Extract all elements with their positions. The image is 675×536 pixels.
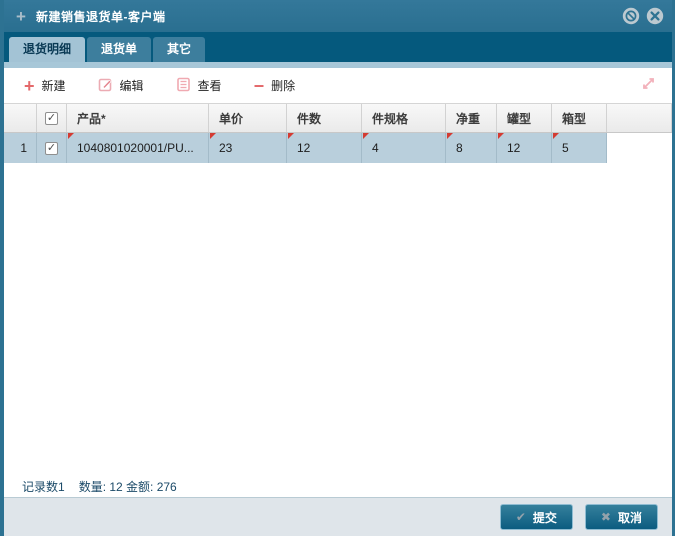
title-bar: 新建销售退货单-客户端 bbox=[4, 0, 672, 32]
dirty-cell-marker bbox=[498, 133, 504, 139]
delete-button-label: 删除 bbox=[271, 77, 295, 94]
expand-button[interactable] bbox=[641, 76, 656, 96]
dirty-cell-marker bbox=[363, 133, 369, 139]
submit-button-label: 提交 bbox=[533, 509, 557, 526]
tab-other[interactable]: 其它 bbox=[153, 37, 205, 62]
column-header-piece-spec[interactable]: 件规格 bbox=[362, 104, 446, 132]
tab-return-order[interactable]: 退货单 bbox=[87, 37, 151, 62]
table-row[interactable]: 1 1040801020001/PU... 23 12 4 8 12 bbox=[4, 133, 607, 163]
select-all-checkbox[interactable] bbox=[45, 112, 58, 125]
plus-icon bbox=[24, 77, 35, 95]
minus-icon bbox=[254, 77, 265, 95]
dirty-cell-marker bbox=[447, 133, 453, 139]
cell-product-value: 1040801020001/PU... bbox=[77, 141, 194, 155]
dirty-cell-marker bbox=[288, 133, 294, 139]
cancel-button-label: 取消 bbox=[618, 509, 642, 526]
cancel-button[interactable]: 取消 bbox=[585, 504, 658, 530]
column-header-piece-count[interactable]: 件数 bbox=[287, 104, 362, 132]
status-bar: 记录数1 数量: 12 金额: 276 bbox=[4, 476, 672, 497]
edit-button-label: 编辑 bbox=[120, 77, 144, 94]
edit-button[interactable]: 编辑 bbox=[98, 77, 144, 95]
column-header-box-type[interactable]: 箱型 bbox=[552, 104, 607, 132]
row-checkbox[interactable] bbox=[45, 142, 58, 155]
totals-summary: 数量: 12 金额: 276 bbox=[79, 478, 177, 495]
cell-box-type[interactable]: 5 bbox=[552, 133, 607, 163]
close-button[interactable] bbox=[646, 7, 664, 25]
tab-return-detail[interactable]: 退货明细 bbox=[9, 37, 85, 62]
submit-button[interactable]: 提交 bbox=[500, 504, 573, 530]
cell-can-type[interactable]: 12 bbox=[497, 133, 552, 163]
view-button-label: 查看 bbox=[198, 77, 222, 94]
cell-net-weight[interactable]: 8 bbox=[446, 133, 497, 163]
check-icon bbox=[516, 510, 526, 524]
row-checkbox-cell bbox=[37, 133, 67, 163]
new-button-label: 新建 bbox=[42, 77, 66, 94]
cell-can-type-value: 12 bbox=[507, 141, 520, 155]
tab-bar: 退货明细 退货单 其它 bbox=[4, 32, 672, 62]
cell-unit-price-value: 23 bbox=[219, 141, 232, 155]
record-count: 记录数1 bbox=[22, 478, 65, 495]
cell-piece-count[interactable]: 12 bbox=[287, 133, 362, 163]
plus-icon bbox=[12, 8, 30, 25]
x-icon bbox=[601, 510, 611, 524]
column-header-select-all bbox=[37, 104, 67, 132]
close-icon bbox=[646, 7, 664, 25]
expand-icon bbox=[641, 76, 656, 91]
toolbar: 新建 编辑 查看 删除 bbox=[4, 68, 672, 104]
cell-net-weight-value: 8 bbox=[456, 141, 463, 155]
new-button[interactable]: 新建 bbox=[24, 77, 66, 95]
column-header-rownumber bbox=[4, 104, 37, 132]
row-number: 1 bbox=[4, 133, 37, 163]
void-button[interactable] bbox=[622, 7, 640, 25]
column-header-net-weight[interactable]: 净重 bbox=[446, 104, 497, 132]
cell-product[interactable]: 1040801020001/PU... bbox=[67, 133, 209, 163]
view-icon bbox=[176, 77, 191, 95]
dirty-cell-marker bbox=[553, 133, 559, 139]
dirty-cell-marker bbox=[210, 133, 216, 139]
grid-body-empty[interactable] bbox=[4, 163, 672, 476]
column-header-can-type[interactable]: 罐型 bbox=[497, 104, 552, 132]
column-header-product[interactable]: 产品* bbox=[67, 104, 209, 132]
footer-bar: 提交 取消 bbox=[4, 497, 672, 536]
view-button[interactable]: 查看 bbox=[176, 77, 222, 95]
column-header-unit-price[interactable]: 单价 bbox=[209, 104, 287, 132]
grid-header: 产品* 单价 件数 件规格 净重 罐型 箱型 bbox=[4, 104, 672, 133]
cell-unit-price[interactable]: 23 bbox=[209, 133, 287, 163]
cell-piece-spec[interactable]: 4 bbox=[362, 133, 446, 163]
edit-icon bbox=[98, 77, 113, 95]
delete-button[interactable]: 删除 bbox=[254, 77, 296, 95]
dialog-window: 新建销售退货单-客户端 退货明细 退货单 其它 bbox=[0, 0, 675, 536]
cell-box-type-value: 5 bbox=[562, 141, 569, 155]
cell-piece-spec-value: 4 bbox=[372, 141, 379, 155]
dirty-cell-marker bbox=[68, 133, 74, 139]
dialog-title: 新建销售退货单-客户端 bbox=[36, 8, 166, 25]
window-controls bbox=[622, 7, 664, 25]
column-header-filler bbox=[607, 104, 672, 132]
cell-piece-count-value: 12 bbox=[297, 141, 310, 155]
prohibit-circle-icon bbox=[622, 7, 640, 25]
